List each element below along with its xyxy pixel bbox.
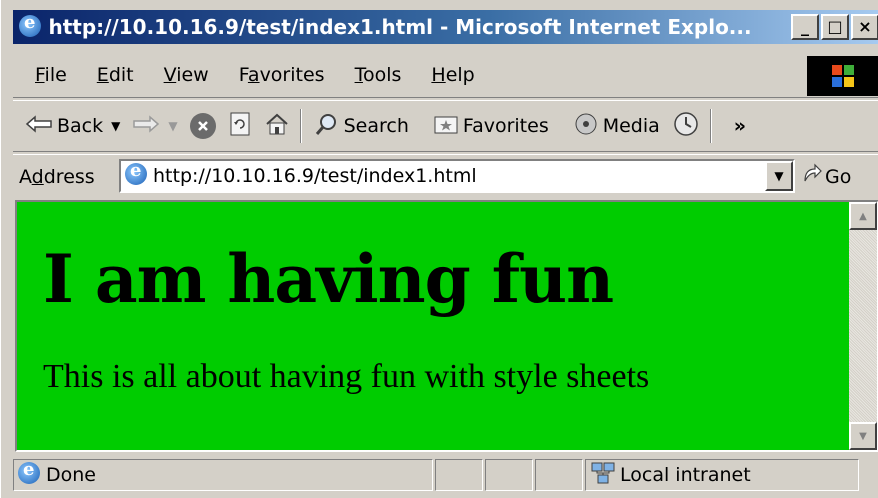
status-panel bbox=[535, 459, 583, 491]
menu-tools[interactable]: Tools bbox=[355, 64, 402, 86]
media-button[interactable]: Media bbox=[573, 111, 660, 142]
vertical-scrollbar[interactable]: ▲ ▼ bbox=[849, 202, 877, 450]
status-panel bbox=[485, 459, 533, 491]
ie-icon bbox=[19, 12, 42, 39]
maximize-icon: □ bbox=[827, 17, 843, 36]
go-button[interactable]: Go bbox=[801, 163, 851, 190]
back-dropdown-icon[interactable]: ▼ bbox=[111, 119, 120, 133]
windows-logo-icon bbox=[807, 56, 878, 96]
page-heading: I am having fun bbox=[43, 240, 614, 318]
address-label: Address bbox=[19, 165, 95, 188]
scroll-up-icon: ▲ bbox=[859, 210, 867, 222]
back-arrow-icon bbox=[25, 114, 53, 138]
address-url: http://10.10.16.9/test/index1.html bbox=[153, 165, 477, 187]
forward-dropdown-icon[interactable]: ▼ bbox=[168, 119, 177, 133]
address-dropdown-button[interactable]: ▼ bbox=[765, 161, 793, 191]
minimize-icon: _ bbox=[801, 17, 809, 36]
standard-toolbar: Back ▼ ▼ Search Favorites Media » bbox=[13, 100, 878, 152]
status-bar: Done Local intranet bbox=[13, 456, 878, 494]
page-viewport[interactable]: I am having fun This is all about having… bbox=[15, 200, 878, 452]
close-icon: × bbox=[858, 17, 872, 36]
forward-arrow-icon bbox=[132, 114, 160, 138]
menu-edit[interactable]: Edit bbox=[97, 64, 134, 86]
menu-bar: File Edit View Favorites Tools Help bbox=[13, 52, 878, 98]
close-button[interactable]: × bbox=[851, 14, 878, 40]
minimize-button[interactable]: _ bbox=[791, 14, 819, 40]
refresh-button[interactable] bbox=[228, 111, 252, 142]
scroll-down-icon: ▼ bbox=[859, 430, 867, 442]
status-panel bbox=[435, 459, 483, 491]
menu-favorites[interactable]: Favorites bbox=[239, 64, 325, 86]
page-paragraph: This is all about having fun with style … bbox=[43, 358, 650, 395]
history-button[interactable] bbox=[672, 110, 700, 143]
browser-window: http://10.10.16.9/test/index1.html - Mic… bbox=[0, 0, 878, 498]
history-icon bbox=[672, 110, 700, 143]
scroll-down-button[interactable]: ▼ bbox=[849, 422, 877, 450]
title-bar[interactable]: http://10.10.16.9/test/index1.html - Mic… bbox=[13, 10, 878, 44]
forward-button[interactable]: ▼ bbox=[132, 114, 178, 138]
maximize-button[interactable]: □ bbox=[821, 14, 849, 40]
favorites-button[interactable]: Favorites bbox=[433, 113, 549, 140]
zone-panel: Local intranet bbox=[585, 459, 859, 491]
local-intranet-icon bbox=[590, 461, 616, 490]
window-title: http://10.10.16.9/test/index1.html - Mic… bbox=[48, 15, 752, 39]
go-arrow-icon bbox=[801, 163, 823, 190]
menu-help[interactable]: Help bbox=[431, 64, 474, 86]
toolbar-separator bbox=[299, 109, 302, 143]
search-icon bbox=[314, 111, 340, 142]
scroll-up-button[interactable]: ▲ bbox=[849, 202, 877, 230]
address-bar: Address http://10.10.16.9/test/index1.ht… bbox=[13, 154, 878, 198]
status-text-panel: Done bbox=[13, 459, 433, 491]
address-input[interactable]: http://10.10.16.9/test/index1.html ▼ bbox=[119, 159, 795, 193]
home-icon bbox=[264, 112, 290, 141]
zone-text: Local intranet bbox=[620, 464, 751, 486]
status-text: Done bbox=[46, 464, 96, 486]
menu-file[interactable]: File bbox=[35, 64, 67, 86]
ie-icon bbox=[18, 459, 40, 489]
media-icon bbox=[573, 111, 599, 142]
favorites-icon bbox=[433, 113, 459, 140]
chevron-down-icon: ▼ bbox=[774, 169, 784, 183]
toolbar-overflow-button[interactable]: » bbox=[734, 115, 746, 137]
window-controls: _ □ × bbox=[791, 14, 878, 40]
stop-button[interactable] bbox=[189, 113, 216, 139]
search-button[interactable]: Search bbox=[314, 111, 409, 142]
menu-view[interactable]: View bbox=[164, 64, 209, 86]
page-icon bbox=[125, 160, 147, 189]
toolbar-separator bbox=[709, 109, 712, 143]
stop-icon bbox=[189, 113, 216, 139]
refresh-icon bbox=[228, 111, 252, 142]
back-button[interactable]: Back ▼ bbox=[25, 114, 120, 138]
home-button[interactable] bbox=[264, 112, 290, 141]
